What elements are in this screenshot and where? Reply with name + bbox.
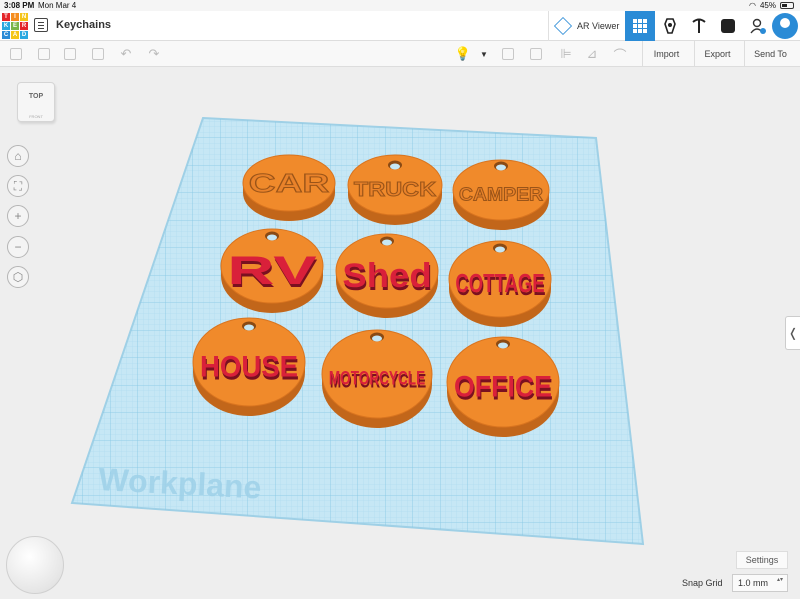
keyring-hole-inner xyxy=(390,163,400,170)
home-view-button[interactable]: ⌂ xyxy=(7,145,29,167)
workplane-scene[interactable]: Workplane CAR TRUCK CAMPERRVRV ShedShed COTT… xyxy=(0,0,800,599)
snap-grid-select[interactable]: 1.0 mm xyxy=(732,574,788,592)
view-cube-top-label: TOP xyxy=(28,93,44,100)
keychain-text: HOUSE xyxy=(200,351,298,384)
keychain-text: CAMPER xyxy=(459,184,543,204)
fit-view-button[interactable]: ⛶ xyxy=(7,175,29,197)
keychain-shed[interactable]: ShedShed xyxy=(335,233,439,318)
keyring-hole-inner xyxy=(267,234,277,241)
keyring-hole-inner xyxy=(495,246,505,253)
keyring-hole-inner xyxy=(382,239,392,246)
keychain-text: MOTORCYCLE xyxy=(329,369,425,390)
keyring-hole-inner xyxy=(498,342,508,349)
keyring-hole-inner xyxy=(496,164,506,171)
perspective-button[interactable]: ⬡ xyxy=(7,266,29,288)
keychain-car[interactable]: CAR xyxy=(242,154,336,221)
keychain-rv[interactable]: RVRV xyxy=(220,228,324,313)
keychain-truck[interactable]: TRUCK xyxy=(347,154,443,225)
keychain-text: COTTAGE xyxy=(455,268,544,298)
keyring-hole-inner xyxy=(372,335,382,342)
zoom-in-button[interactable]: + xyxy=(7,205,29,227)
keychain-cottage[interactable]: COTTAGECOTTAGE xyxy=(448,240,552,327)
shapes-panel-toggle[interactable]: ❬ xyxy=(785,316,800,350)
view-joystick[interactable] xyxy=(6,536,64,594)
keychain-camper[interactable]: CAMPER xyxy=(452,159,550,230)
keychain-text: RV xyxy=(227,249,317,293)
keyring-hole-inner xyxy=(244,324,254,331)
home-icon: ⌂ xyxy=(14,149,22,163)
settings-button[interactable]: Settings xyxy=(736,551,788,569)
chevron-left-icon: ❬ xyxy=(787,326,799,340)
view-cube-front-label: FRONT xyxy=(29,114,43,119)
view-cube[interactable]: TOP FRONT xyxy=(17,82,55,122)
keychain-text: OFFICE xyxy=(454,371,552,404)
keychain-group: CAR TRUCK CAMPERRVRV ShedShed COTTAGECOTTAGE… xyxy=(192,154,560,437)
keychain-text: TRUCK xyxy=(354,179,437,201)
keychain-text: CAR xyxy=(249,168,330,198)
minus-icon: − xyxy=(14,240,22,254)
keychain-motorcycle[interactable]: MOTORCYCLEMOTORCYCLE xyxy=(321,329,433,428)
keychain-text: Shed xyxy=(342,257,431,295)
keychain-house[interactable]: HOUSEHOUSE xyxy=(192,317,306,416)
plus-icon: + xyxy=(14,209,22,223)
snap-grid-label: Snap Grid xyxy=(682,578,723,588)
tinkercad-app: 3:08 PM Mon Mar 4 ◠ 45% TINKERCAD Keycha… xyxy=(0,0,800,599)
zoom-out-button[interactable]: − xyxy=(7,236,29,258)
keychain-office[interactable]: OFFICEOFFICE xyxy=(446,336,560,437)
cube-icon: ⬡ xyxy=(12,270,24,284)
fit-icon: ⛶ xyxy=(13,178,23,193)
